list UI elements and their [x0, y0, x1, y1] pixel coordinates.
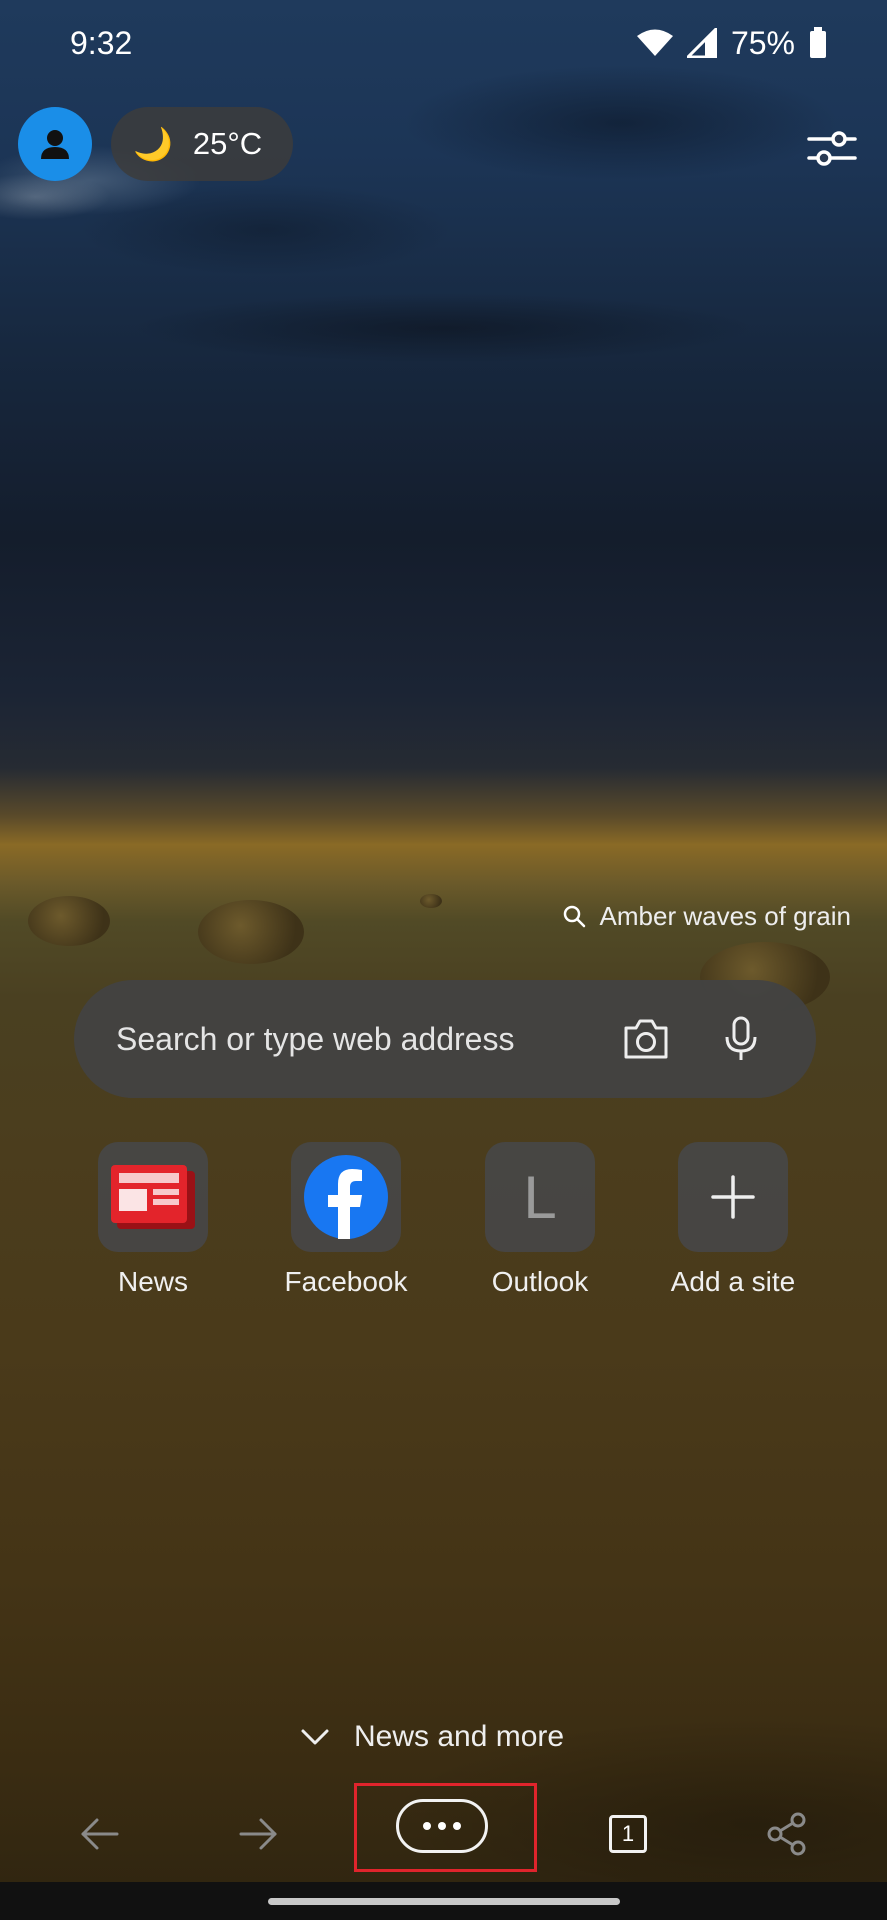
more-icon-dot	[453, 1822, 461, 1830]
hay-bale	[198, 900, 304, 964]
forward-button[interactable]	[214, 1786, 304, 1882]
share-button[interactable]	[742, 1786, 832, 1882]
quick-link-outlook[interactable]: L Outlook	[455, 1142, 625, 1298]
battery-percent: 75%	[730, 24, 795, 61]
more-icon	[423, 1822, 431, 1830]
search-input[interactable]: Search or type web address	[116, 1021, 622, 1058]
tabs-count: 1	[609, 1815, 647, 1853]
letter-l-icon: L	[523, 1163, 557, 1231]
tile-icon	[678, 1142, 788, 1252]
quick-link-news[interactable]: News	[68, 1142, 238, 1298]
background-caption: Amber waves of grain	[599, 900, 851, 931]
more-options-button[interactable]	[396, 1799, 488, 1853]
profile-avatar-button[interactable]	[18, 107, 92, 181]
chevron-down-icon	[301, 1729, 329, 1745]
signal-icon	[686, 28, 717, 58]
quick-link-add-site[interactable]: Add a site	[648, 1142, 818, 1298]
arrow-left-icon	[81, 1818, 119, 1850]
quick-link-facebook[interactable]: Facebook	[261, 1142, 431, 1298]
news-and-more-label: News and more	[354, 1720, 565, 1753]
tile-icon	[291, 1142, 401, 1252]
back-button[interactable]	[54, 1786, 144, 1882]
microphone-icon[interactable]	[724, 1016, 758, 1062]
share-icon	[767, 1812, 806, 1856]
status-icons: 75%	[636, 24, 827, 62]
tile-icon	[98, 1142, 208, 1252]
person-icon	[41, 130, 69, 159]
hay-bale	[420, 894, 442, 908]
quick-link-label: Outlook	[491, 1266, 589, 1297]
status-bar: 9:32 75%	[0, 0, 887, 86]
search-bar[interactable]: Search or type web address	[74, 980, 816, 1098]
more-icon-dot	[438, 1822, 446, 1830]
wifi-icon	[636, 29, 673, 56]
quick-link-label: Add a site	[670, 1266, 796, 1297]
page-settings-button[interactable]	[800, 120, 864, 176]
tabs-button[interactable]: 1	[583, 1786, 673, 1882]
news-icon	[111, 1165, 195, 1229]
system-nav-bar	[0, 1882, 887, 1920]
weather-button[interactable]: 🌙 25°C	[111, 107, 293, 181]
plus-icon	[711, 1175, 755, 1219]
sliders-icon	[807, 131, 857, 166]
arrow-right-icon	[239, 1818, 277, 1850]
quick-link-label: Facebook	[284, 1266, 408, 1297]
home-indicator[interactable]	[268, 1898, 620, 1905]
facebook-icon	[304, 1155, 388, 1239]
battery-icon	[810, 27, 826, 58]
hay-bale	[28, 896, 110, 946]
tile-icon: L	[485, 1142, 595, 1252]
news-and-more-button[interactable]: News and more	[300, 1712, 564, 1762]
temperature-label: 25°C	[192, 126, 263, 161]
quick-link-label: News	[117, 1266, 188, 1297]
background-caption-link[interactable]: Amber waves of grain	[562, 896, 851, 936]
status-time: 9:32	[70, 24, 133, 61]
moon-icon: 🌙	[133, 126, 173, 162]
camera-icon[interactable]	[622, 1018, 670, 1060]
search-icon	[563, 905, 585, 928]
